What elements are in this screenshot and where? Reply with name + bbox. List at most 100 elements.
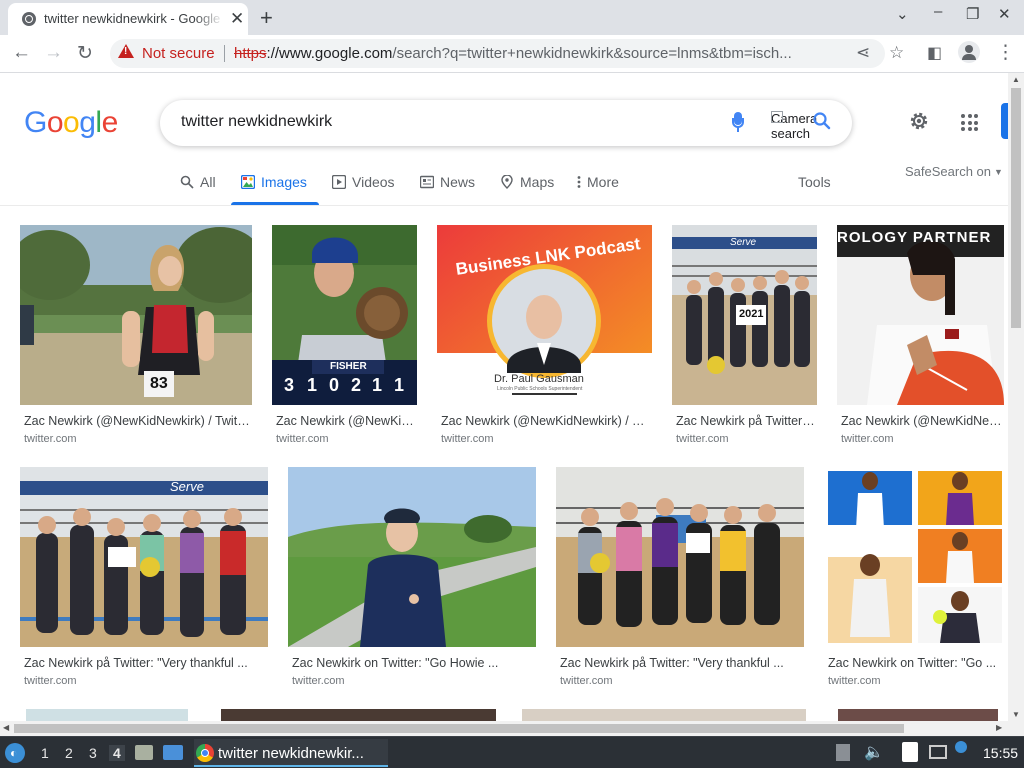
tab-news[interactable]: News xyxy=(419,174,475,190)
result-thumbnail[interactable] xyxy=(824,467,1004,647)
search-icon[interactable] xyxy=(812,111,832,137)
volume-icon[interactable]: 🔈 xyxy=(864,742,884,762)
safesearch-dropdown[interactable]: SafeSearch on ▼ xyxy=(905,164,1003,179)
clock: 15:55 xyxy=(983,745,1019,761)
notification-icon[interactable] xyxy=(955,741,967,753)
result-caption[interactable]: Zac Newkirk (@NewKidNewkirk) / Twitter xyxy=(441,414,650,428)
new-tab-button[interactable]: + xyxy=(260,5,273,31)
settings-gear-icon[interactable] xyxy=(907,109,931,140)
result-source[interactable]: twitter.com xyxy=(560,675,613,687)
scroll-left-icon[interactable]: ◀ xyxy=(3,723,9,732)
result-source[interactable]: twitter.com xyxy=(828,675,881,687)
race-bib-number: 83 xyxy=(150,375,168,392)
tab-search-icon[interactable]: ⌄ xyxy=(896,5,909,23)
taskbar-app-chrome[interactable]: twitter newkidnewkir... xyxy=(194,739,388,767)
scoreboard-digit: 1 xyxy=(307,375,318,395)
result-source[interactable]: twitter.com xyxy=(292,675,345,687)
clipboard-icon[interactable] xyxy=(902,742,918,762)
search-input[interactable]: twitter newkidnewkirk xyxy=(181,113,332,131)
result-source[interactable]: twitter.com xyxy=(24,433,77,445)
scroll-up-icon[interactable]: ▲ xyxy=(1012,75,1020,84)
scroll-down-icon[interactable]: ▼ xyxy=(1012,710,1020,719)
result-source[interactable]: twitter.com xyxy=(441,433,494,445)
browser-toolbar: ← → ↻ Not secure https://www.google.com/… xyxy=(0,35,1024,73)
url-text[interactable]: https://www.google.com/search?q=twitter+… xyxy=(234,45,854,62)
vertical-scroll-thumb[interactable] xyxy=(1011,88,1021,328)
news-icon xyxy=(419,175,435,189)
scoreboard-digit: 1 xyxy=(394,375,405,395)
image-result[interactable] xyxy=(221,709,496,721)
result-source[interactable]: twitter.com xyxy=(276,433,329,445)
result-thumbnail[interactable]: Serve xyxy=(20,467,268,647)
google-logo[interactable]: Google xyxy=(24,106,118,140)
browser-menu-icon[interactable]: ⋮ xyxy=(996,41,1015,64)
divider xyxy=(0,205,1008,206)
result-source[interactable]: twitter.com xyxy=(24,675,77,687)
logo-letter: e xyxy=(101,106,119,139)
result-thumbnail[interactable]: ROLOGY PARTNER xyxy=(837,225,1004,405)
globe-icon xyxy=(22,12,36,26)
security-label[interactable]: Not secure xyxy=(142,45,215,62)
horizontal-scroll-thumb[interactable] xyxy=(14,724,904,733)
result-caption[interactable]: Zac Newkirk på Twitter: "Very thankful .… xyxy=(24,656,266,670)
result-thumbnail[interactable] xyxy=(556,467,804,647)
workspace-1[interactable]: 1 xyxy=(41,745,49,761)
bookmark-star-icon[interactable]: ☆ xyxy=(889,43,904,63)
result-caption[interactable]: Zac Newkirk på Twitter: "Very thankful .… xyxy=(560,656,802,670)
tab-videos[interactable]: Videos xyxy=(331,174,395,190)
desktop-icon[interactable] xyxy=(163,745,183,760)
search-box[interactable]: twitter newkidnewkirk Camera search xyxy=(160,100,852,146)
tab-maps[interactable]: Maps xyxy=(500,174,554,190)
search-icon xyxy=(180,175,194,189)
warning-icon[interactable] xyxy=(118,44,134,58)
display-icon[interactable] xyxy=(929,745,947,759)
close-tab-icon[interactable]: ✕ xyxy=(230,9,244,29)
file-manager-icon[interactable] xyxy=(135,745,153,760)
back-icon[interactable]: ← xyxy=(12,42,31,64)
scroll-right-icon[interactable]: ▶ xyxy=(996,723,1002,732)
image-result[interactable] xyxy=(522,709,806,721)
address-bar[interactable]: Not secure https://www.google.com/search… xyxy=(110,39,904,68)
minimize-icon[interactable]: – xyxy=(934,3,942,20)
banner-text: Serve xyxy=(730,237,757,248)
result-thumbnail[interactable]: Business LNK Podcast Dr. Paul Gausman Li… xyxy=(437,225,652,405)
start-menu-icon[interactable]: ◐ xyxy=(5,743,25,763)
result-caption[interactable]: Zac Newkirk on Twitter: "Go Howie ... xyxy=(292,656,534,670)
tab-more[interactable]: More xyxy=(575,174,619,190)
tools-button[interactable]: Tools xyxy=(798,174,831,190)
reload-icon[interactable]: ↻ xyxy=(77,42,93,65)
result-caption[interactable]: Zac Newkirk på Twitter: "Very thankful .… xyxy=(676,414,815,428)
result-source[interactable]: twitter.com xyxy=(841,433,894,445)
image-result[interactable] xyxy=(838,709,998,721)
logo-letter: o xyxy=(46,106,64,139)
workspace-4[interactable]: 4 xyxy=(109,745,125,761)
workspace-2[interactable]: 2 xyxy=(65,745,73,761)
tab-title: twitter newkidnewkirk - Google Search xyxy=(44,11,224,26)
close-window-icon[interactable]: ✕ xyxy=(998,5,1011,23)
network-icon[interactable] xyxy=(836,744,850,761)
result-caption[interactable]: Zac Newkirk (@NewKidNewkirk) / Twitter xyxy=(276,414,415,428)
tab-label: More xyxy=(587,174,619,190)
forward-icon[interactable]: → xyxy=(44,42,63,64)
result-thumbnail[interactable]: 83 xyxy=(20,225,252,405)
result-caption[interactable]: Zac Newkirk (@NewKidNewkirk) / Twitter xyxy=(841,414,1002,428)
tab-images[interactable]: Images xyxy=(240,174,307,190)
restore-icon[interactable]: ❐ xyxy=(966,5,979,23)
result-thumbnail[interactable]: Serve 2021 xyxy=(672,225,817,405)
result-thumbnail[interactable] xyxy=(288,467,536,647)
workspace-3[interactable]: 3 xyxy=(89,745,97,761)
google-apps-icon[interactable] xyxy=(961,114,978,131)
result-caption[interactable]: Zac Newkirk on Twitter: "Go ... xyxy=(828,656,1002,670)
browser-tab[interactable]: twitter newkidnewkirk - Google Search ✕ xyxy=(8,3,248,35)
microphone-icon[interactable] xyxy=(732,112,744,132)
result-source[interactable]: twitter.com xyxy=(676,433,729,445)
image-result[interactable] xyxy=(26,709,188,721)
logo-letter: G xyxy=(24,106,47,139)
result-thumbnail[interactable]: FISHER 3 1 0 2 1 1 xyxy=(272,225,417,405)
tab-all[interactable]: All xyxy=(180,174,216,190)
profile-avatar-icon[interactable] xyxy=(958,41,980,63)
side-panel-icon[interactable]: ◧ xyxy=(927,43,942,63)
result-caption[interactable]: Zac Newkirk (@NewKidNewkirk) / Twitter xyxy=(24,414,250,428)
share-icon[interactable]: ⋖ xyxy=(856,43,870,63)
scoreboard-digit: 0 xyxy=(329,375,340,395)
